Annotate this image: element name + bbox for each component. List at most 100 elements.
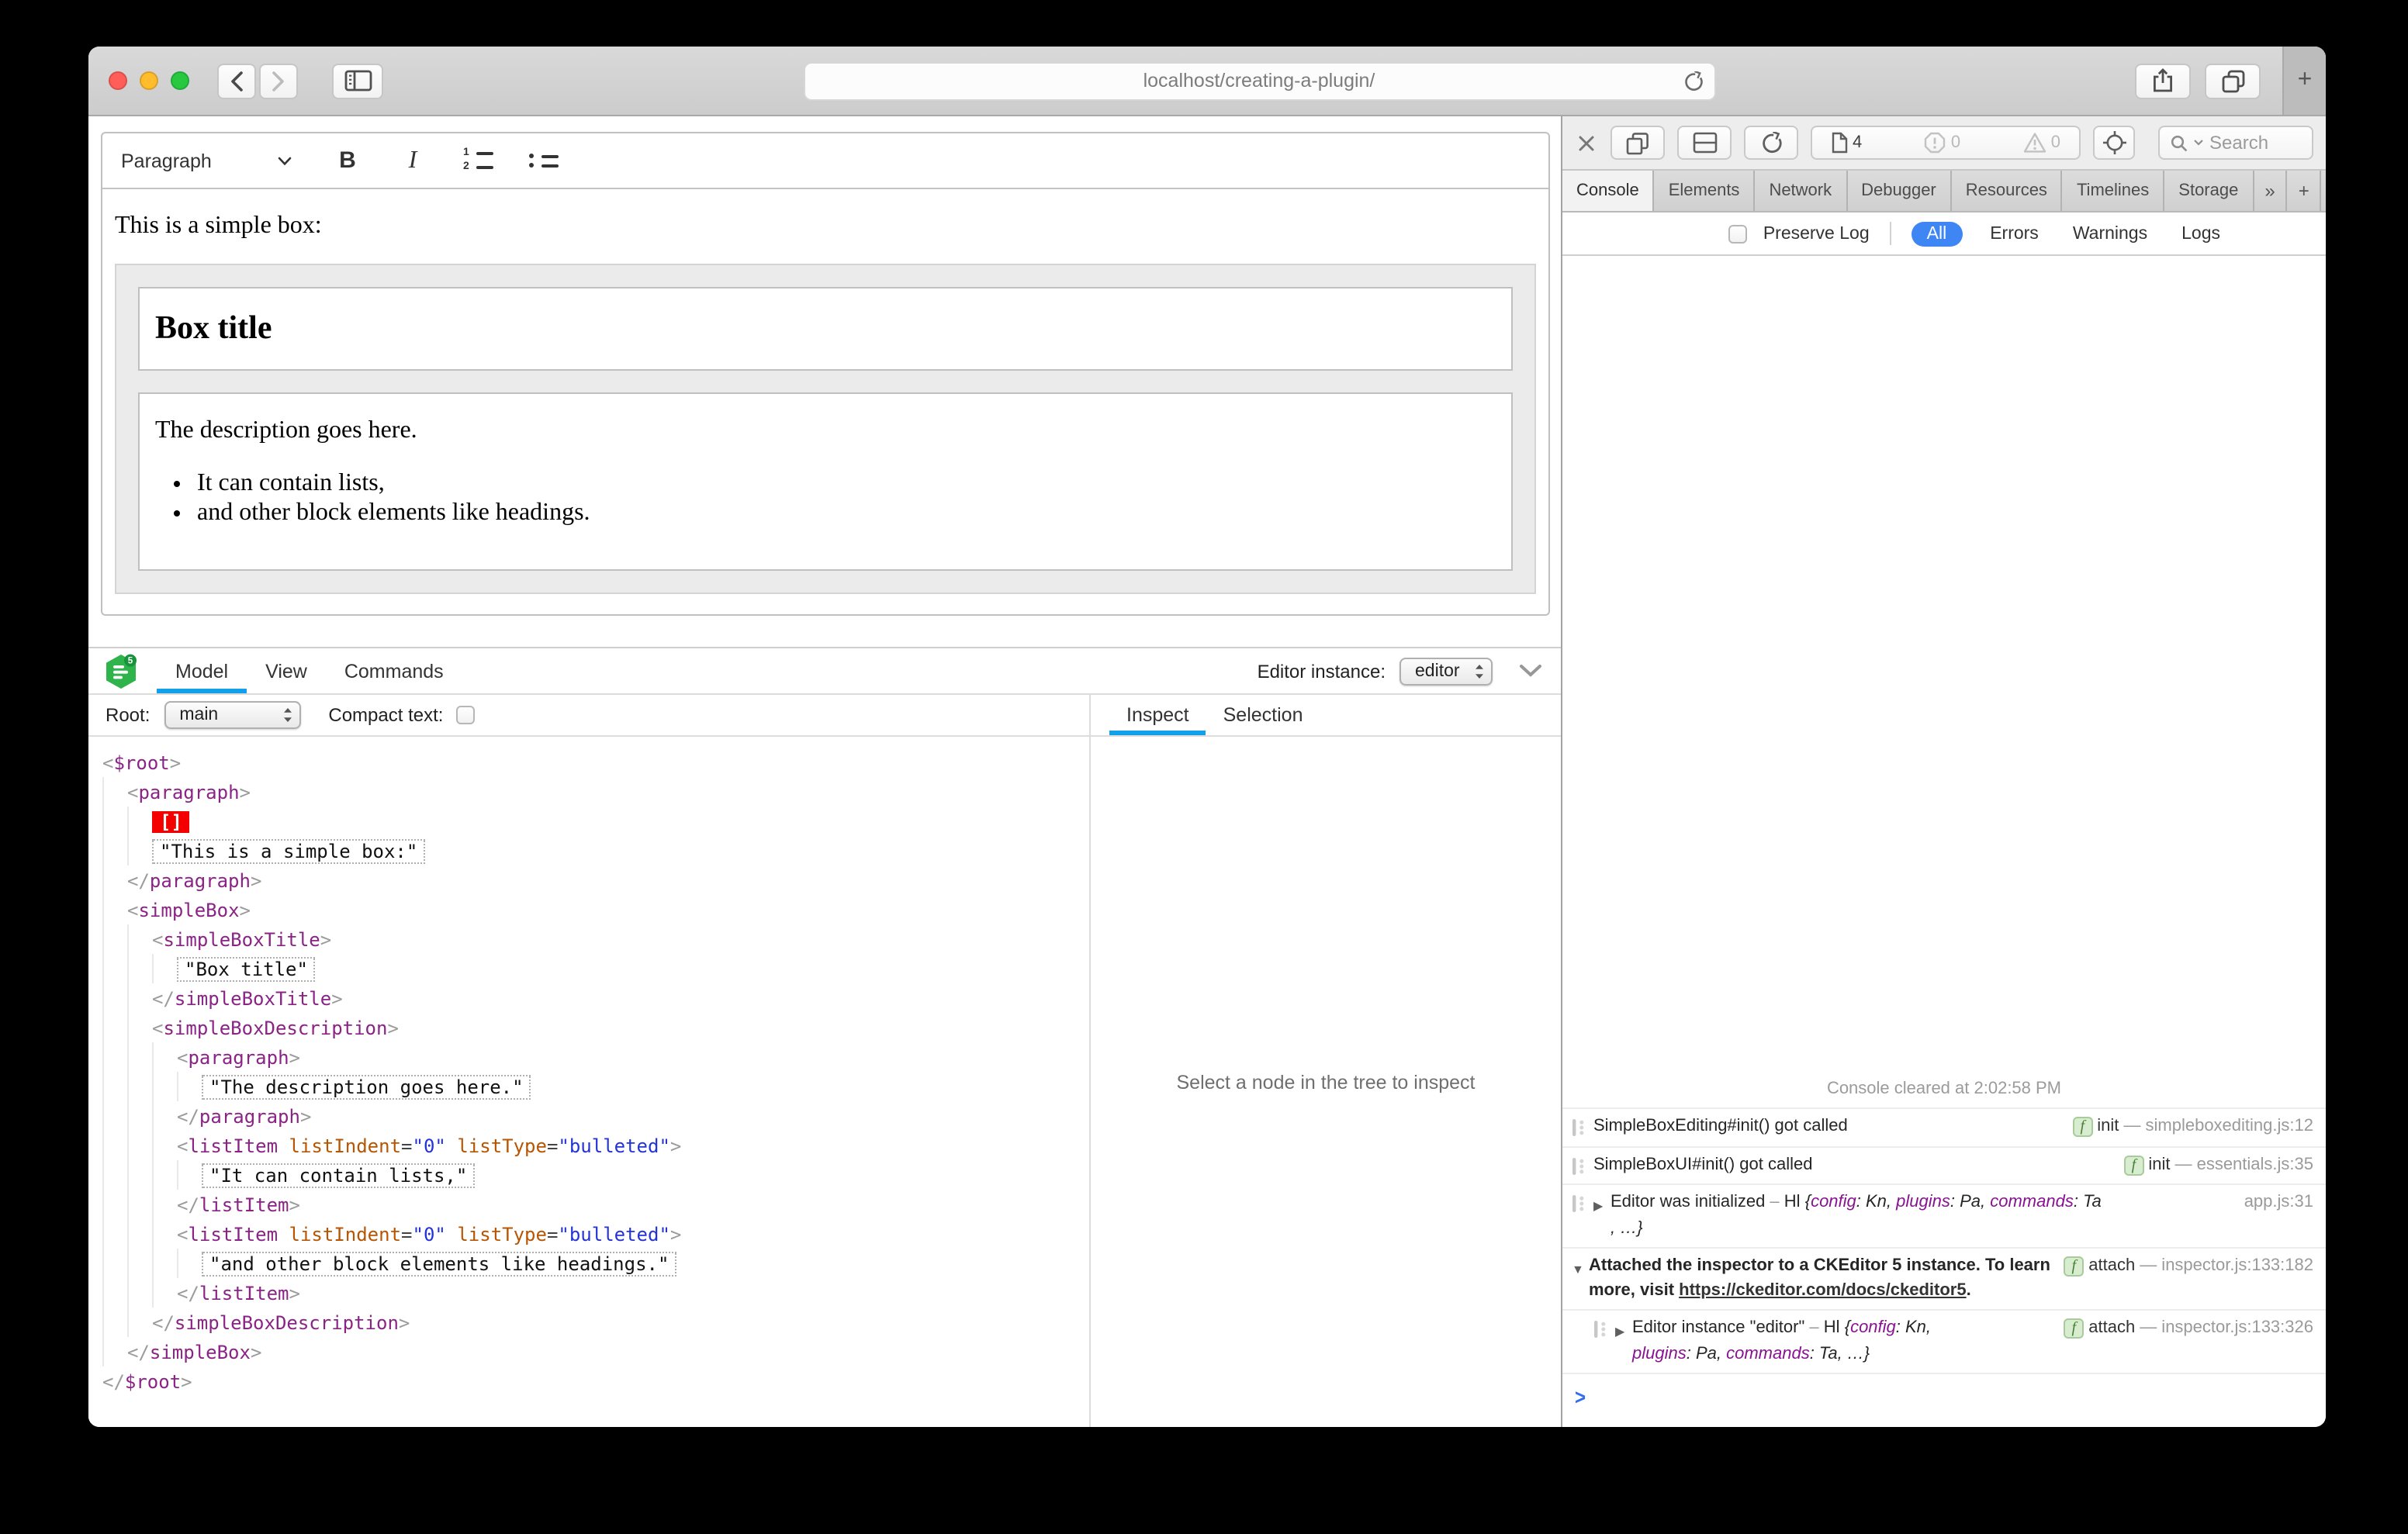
simple-box-description[interactable]: The description goes here. It can contai… <box>138 392 1513 571</box>
source-file-link[interactable]: — inspector.js:133:182 <box>2140 1255 2313 1279</box>
tree-node[interactable]: "The description goes here." <box>102 1072 1089 1101</box>
tree-node[interactable]: < paragraph > <box>102 1042 1089 1072</box>
tree-text-node[interactable]: "This is a simple box:" <box>152 838 426 863</box>
tree-text-node[interactable]: "It can contain lists," <box>202 1163 476 1187</box>
dock-bottom-button[interactable] <box>1677 126 1732 160</box>
tree-node[interactable]: < listItem listIndent = "0" listType = "bulle… <box>102 1219 1089 1249</box>
tree-text-node[interactable]: "The description goes here." <box>202 1074 531 1099</box>
collapse-inspector-button[interactable] <box>1519 664 1542 678</box>
compact-text-checkbox[interactable] <box>455 706 475 724</box>
tree-node[interactable]: < $root > <box>102 748 1089 777</box>
source-file-link[interactable]: — simpleboxediting.js:12 <box>2123 1115 2313 1139</box>
tree-node[interactable]: </paragraph > <box>102 865 1089 895</box>
scope-all[interactable]: All <box>1911 221 1963 246</box>
scope-errors[interactable]: Errors <box>1984 221 2045 246</box>
tree-node[interactable]: </listItem > <box>102 1190 1089 1219</box>
tree-node[interactable]: "and other block elements like headings.… <box>102 1249 1089 1278</box>
minimize-window-button[interactable] <box>140 71 158 90</box>
more-tabs-button[interactable]: » <box>2254 171 2288 211</box>
log-link[interactable]: https://ckeditor.com/docs/ckeditor5 <box>1679 1280 1966 1299</box>
intro-paragraph[interactable]: This is a simple box: <box>115 212 1536 240</box>
resources-counter[interactable]: 4 <box>1831 132 1862 154</box>
scope-warnings[interactable]: Warnings <box>2067 221 2154 246</box>
reload-button[interactable] <box>1683 71 1703 92</box>
resource-status-group[interactable]: 4 0 0 <box>1811 126 2081 160</box>
console-log-row[interactable]: SimpleBoxUI#init() got called f init — ess… <box>1562 1145 2326 1183</box>
description-text[interactable]: The description goes here. <box>155 417 1496 445</box>
devtools-search-field[interactable]: Search <box>2158 126 2313 160</box>
inspector-tab-model[interactable]: Model <box>157 648 247 693</box>
reload-page-button[interactable] <box>1744 126 1798 160</box>
source-file-link[interactable]: — essentials.js:35 <box>2174 1153 2313 1177</box>
add-tab-button[interactable]: + <box>2288 171 2322 211</box>
bulleted-list-button[interactable] <box>528 154 559 168</box>
box-title-text[interactable]: Box title <box>155 309 1496 347</box>
console-log-row[interactable]: ▶ Editor was initialized – Hl {config: Kn… <box>1562 1183 2326 1247</box>
console-prompt[interactable]: > <box>1562 1373 2326 1427</box>
side-tab-selection[interactable]: Selection <box>1206 695 1320 735</box>
tree-node[interactable]: </simpleBoxTitle > <box>102 983 1089 1013</box>
back-button[interactable] <box>217 63 256 98</box>
devtools-tab-elements[interactable]: Elements <box>1655 171 1756 211</box>
disclosure-triangle-icon[interactable]: ▶ <box>1615 1320 1632 1344</box>
forward-button[interactable] <box>259 63 298 98</box>
tree-text-node[interactable]: "Box title" <box>177 956 316 981</box>
description-list[interactable]: It can contain lists, and other block el… <box>197 468 1496 527</box>
tree-node[interactable]: < simpleBoxDescription > <box>102 1013 1089 1042</box>
sidebar-toggle-button[interactable] <box>332 63 383 98</box>
devtools-tab-storage[interactable]: Storage <box>2164 171 2254 211</box>
editor-instance-select[interactable]: editor <box>1399 657 1493 685</box>
inspector-tab-view[interactable]: View <box>247 648 326 693</box>
share-button[interactable] <box>2135 63 2191 98</box>
tree-node[interactable]: "It can contain lists," <box>102 1160 1089 1190</box>
source-file-link[interactable]: — inspector.js:133:326 <box>2140 1317 2313 1341</box>
tree-node[interactable]: "This is a simple box:" <box>102 836 1089 865</box>
simple-box-title[interactable]: Box title <box>138 287 1513 371</box>
inspector-tab-commands[interactable]: Commands <box>326 648 462 693</box>
detach-devtools-button[interactable] <box>1611 126 1665 160</box>
devtools-tab-debugger[interactable]: Debugger <box>1847 171 1952 211</box>
console-log-row[interactable]: ▶ Editor instance "editor" – Hl {config: … <box>1562 1309 2326 1373</box>
tab-overview-button[interactable] <box>2205 63 2261 98</box>
simple-box-widget[interactable]: Box title The description goes here. It … <box>115 264 1536 594</box>
new-tab-button[interactable]: + <box>2282 47 2326 115</box>
address-bar[interactable]: localhost/creating-a-plugin/ <box>803 61 1715 100</box>
tree-node[interactable]: </listItem > <box>102 1278 1089 1308</box>
close-window-button[interactable] <box>109 71 127 90</box>
tree-node[interactable]: </simpleBox > <box>102 1337 1089 1366</box>
heading-dropdown[interactable]: Paragraph <box>121 150 292 171</box>
tree-node[interactable]: </$root > <box>102 1366 1089 1396</box>
scope-logs[interactable]: Logs <box>2175 221 2226 246</box>
source-file-link[interactable]: app.js:31 <box>2244 1191 2313 1215</box>
devtools-tab-network[interactable]: Network <box>1755 171 1848 211</box>
italic-button[interactable]: I <box>397 147 428 174</box>
numbered-list-button[interactable]: 1 2 <box>462 147 493 172</box>
devtools-tab-timelines[interactable]: Timelines <box>2063 171 2165 211</box>
disclosure-triangle-icon[interactable]: ▶ <box>1593 1194 1611 1218</box>
zoom-window-button[interactable] <box>171 71 189 90</box>
tree-node[interactable]: "Box title" <box>102 954 1089 983</box>
root-select[interactable]: main <box>164 701 301 729</box>
tree-node[interactable]: < paragraph > <box>102 777 1089 807</box>
list-item[interactable]: It can contain lists, <box>197 468 1496 498</box>
tree-node[interactable]: < listItem listIndent = "0" listType = "bulle… <box>102 1131 1089 1160</box>
tree-text-node[interactable]: "and other block elements like headings.… <box>202 1251 677 1276</box>
side-tab-inspect[interactable]: Inspect <box>1109 695 1206 735</box>
bold-button[interactable]: B <box>332 147 363 174</box>
list-item[interactable]: and other block elements like headings. <box>197 498 1496 527</box>
preserve-log-checkbox[interactable] <box>1728 224 1748 243</box>
tree-node[interactable]: < simpleBox > <box>102 895 1089 924</box>
errors-counter[interactable]: 0 <box>1925 132 1960 154</box>
editor-editable-area[interactable]: This is a simple box: Box title The desc… <box>102 189 1548 597</box>
console-log-row[interactable]: ▼ Attached the inspector to a CKEditor 5 … <box>1562 1247 2326 1309</box>
tree-node[interactable]: </simpleBoxDescription > <box>102 1308 1089 1337</box>
warnings-counter[interactable]: 0 <box>2023 132 2060 154</box>
tree-node[interactable]: </paragraph > <box>102 1101 1089 1131</box>
devtools-tab-console[interactable]: Console <box>1562 171 1655 211</box>
tree-node[interactable]: < simpleBoxTitle > <box>102 924 1089 954</box>
disclosure-triangle-icon[interactable]: ▼ <box>1572 1258 1589 1282</box>
devtools-tab-resources[interactable]: Resources <box>1952 171 2063 211</box>
tree-node[interactable]: [] <box>102 807 1089 836</box>
close-devtools-button[interactable] <box>1575 134 1598 151</box>
element-picker-button[interactable] <box>2093 126 2135 160</box>
